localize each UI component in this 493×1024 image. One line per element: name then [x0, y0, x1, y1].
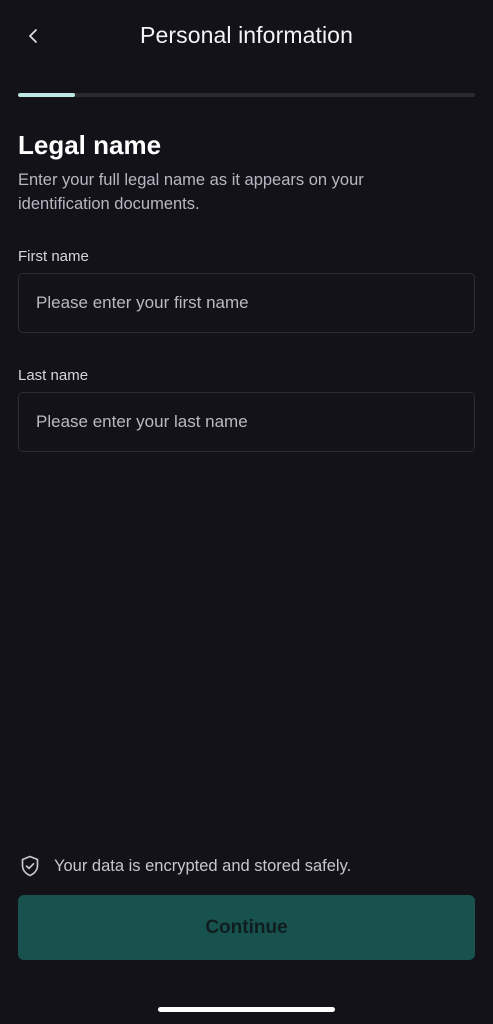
section-description: Enter your full legal name as it appears…: [18, 171, 364, 213]
progress-bar: [18, 93, 475, 97]
security-note: Your data is encrypted and stored safely…: [18, 852, 351, 880]
security-text: Your data is encrypted and stored safely…: [54, 856, 352, 875]
last-name-field[interactable]: [18, 392, 475, 452]
first-name-field[interactable]: [18, 273, 475, 333]
home-indicator[interactable]: [158, 1007, 335, 1012]
first-name-label: First name: [18, 248, 89, 265]
header: Personal information: [0, 0, 493, 76]
last-name-label: Last name: [18, 367, 89, 384]
section-title: Legal name: [18, 130, 162, 160]
shield-check-icon: [18, 854, 42, 878]
continue-button[interactable]: Continue: [18, 895, 475, 960]
page-title: Personal information: [140, 22, 353, 48]
progress-fill: [18, 93, 76, 97]
